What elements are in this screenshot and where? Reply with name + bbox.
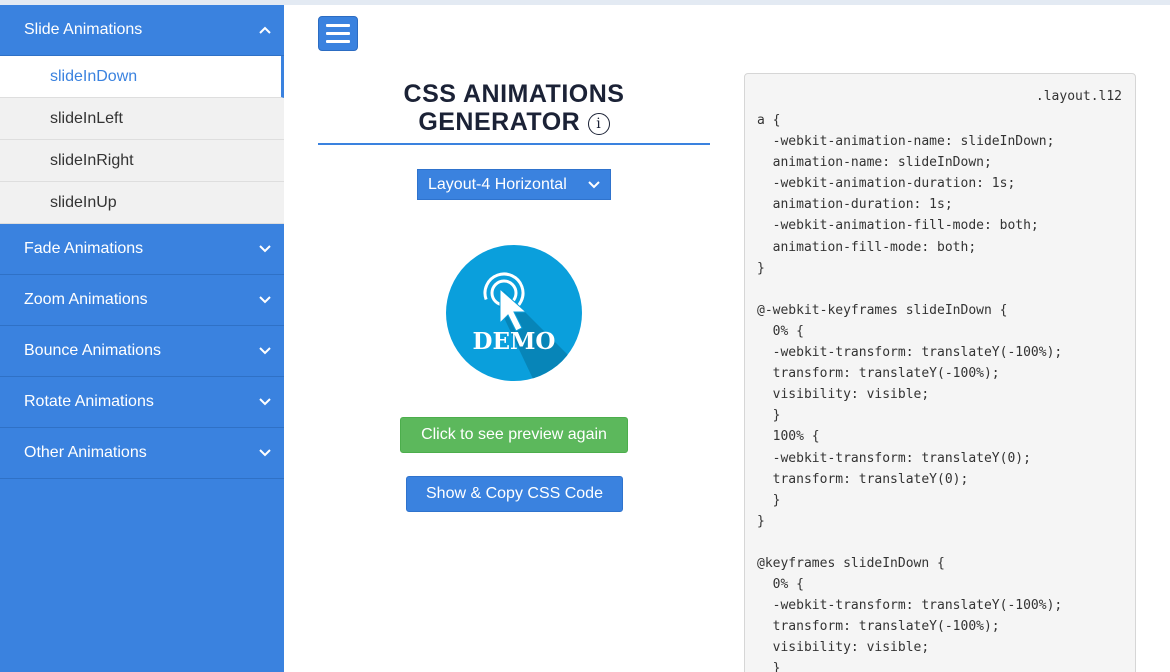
sidebar-group-label: Zoom Animations [24, 291, 148, 308]
sidebar-group-label: Slide Animations [24, 21, 143, 38]
sidebar-group-label: Fade Animations [24, 240, 144, 257]
code-line: -webkit-animation-fill-mode: both; [757, 218, 1039, 234]
sidebar-group-label: Rotate Animations [24, 393, 154, 410]
code-line: transform: translateY(-100%); [757, 619, 1000, 635]
code-line: 0% { [757, 323, 804, 339]
sidebar-group-other-animations[interactable]: Other Animations [0, 428, 284, 479]
chevron-down-icon [258, 293, 272, 307]
sidebar-item-slideinright[interactable]: slideInRight [0, 140, 284, 182]
code-lines: a { -webkit-animation-name: slideInDown;… [757, 110, 1062, 672]
layout-select[interactable]: Layout-4 Horizontal [417, 169, 611, 200]
chevron-up-icon [258, 23, 272, 37]
code-line: transform: translateY(0); [757, 471, 969, 487]
code-line: visibility: visible; [757, 387, 930, 403]
menu-toggle-button[interactable] [318, 16, 358, 51]
show-copy-css-button[interactable]: Show & Copy CSS Code [406, 476, 623, 512]
code-line: } [757, 408, 781, 424]
layout-select-value: Layout-4 Horizontal [428, 175, 567, 193]
code-line: a { [757, 113, 781, 128]
code-selector-label: .layout.l12 [1035, 89, 1122, 104]
code-line: visibility: visible; [757, 640, 930, 656]
chevron-down-icon [258, 344, 272, 358]
preview-again-button[interactable]: Click to see preview again [400, 417, 628, 453]
css-code-panel[interactable]: .layout.l12 a { -webkit-animation-name: … [744, 73, 1136, 672]
slide-animations-list: slideInDown slideInLeft slideInRight sli… [0, 56, 284, 224]
code-line: } [757, 661, 781, 672]
demo-label: DEMO [473, 328, 556, 355]
code-line: transform: translateY(-100%); [757, 366, 1000, 382]
chevron-down-icon [258, 242, 272, 256]
demo-cursor-icon: DEMO [473, 272, 582, 381]
code-line: animation-duration: 1s; [757, 197, 953, 213]
page-title: CSS ANIMATIONS GENERATOR i [318, 80, 710, 136]
hamburger-icon [326, 24, 350, 27]
code-line: @-webkit-keyframes slideInDown { [757, 302, 1008, 318]
page-title-line2: GENERATOR i [318, 108, 710, 136]
hamburger-icon-line [326, 32, 350, 35]
title-divider [318, 143, 710, 145]
sidebar-group-zoom-animations[interactable]: Zoom Animations [0, 275, 284, 326]
code-line: 100% { [757, 429, 820, 445]
code-line: } [757, 513, 765, 529]
sidebar-item-slideinleft[interactable]: slideInLeft [0, 98, 284, 140]
code-line: -webkit-transform: translateY(0); [757, 450, 1031, 466]
sidebar-group-label: Other Animations [24, 444, 147, 461]
code-line: animation-fill-mode: both; [757, 239, 977, 255]
code-line: -webkit-animation-name: slideInDown; [757, 134, 1055, 150]
sidebar-group-fade-animations[interactable]: Fade Animations [0, 224, 284, 275]
code-line: -webkit-animation-duration: 1s; [757, 176, 1016, 192]
code-line: @keyframes slideInDown { [757, 555, 945, 571]
sidebar-item-slideindown[interactable]: slideInDown [0, 56, 284, 98]
info-icon[interactable]: i [587, 113, 610, 135]
page-title-line2-text: GENERATOR [418, 108, 581, 136]
chevron-down-icon [258, 446, 272, 460]
sidebar-group-bounce-animations[interactable]: Bounce Animations [0, 326, 284, 377]
code-line: } [757, 260, 765, 276]
hamburger-icon-line [326, 40, 350, 43]
sidebar-group-label: Bounce Animations [24, 342, 161, 359]
code-line: -webkit-transform: translateY(-100%); [757, 345, 1063, 361]
chevron-down-icon [258, 395, 272, 409]
code-line: -webkit-transform: translateY(-100%); [757, 598, 1063, 614]
sidebar-item-slideinup[interactable]: slideInUp [0, 182, 284, 224]
code-line: 0% { [757, 577, 804, 593]
code-line: } [757, 492, 781, 508]
code-line: animation-name: slideInDown; [757, 155, 992, 171]
sidebar-group-rotate-animations[interactable]: Rotate Animations [0, 377, 284, 428]
page-title-line1: CSS ANIMATIONS [403, 80, 625, 108]
sidebar: Slide Animations slideInDown slideInLeft… [0, 5, 284, 672]
chevron-down-icon [588, 176, 600, 194]
sidebar-group-slide-animations[interactable]: Slide Animations [0, 5, 284, 56]
demo-preview[interactable]: DEMO [446, 245, 582, 381]
